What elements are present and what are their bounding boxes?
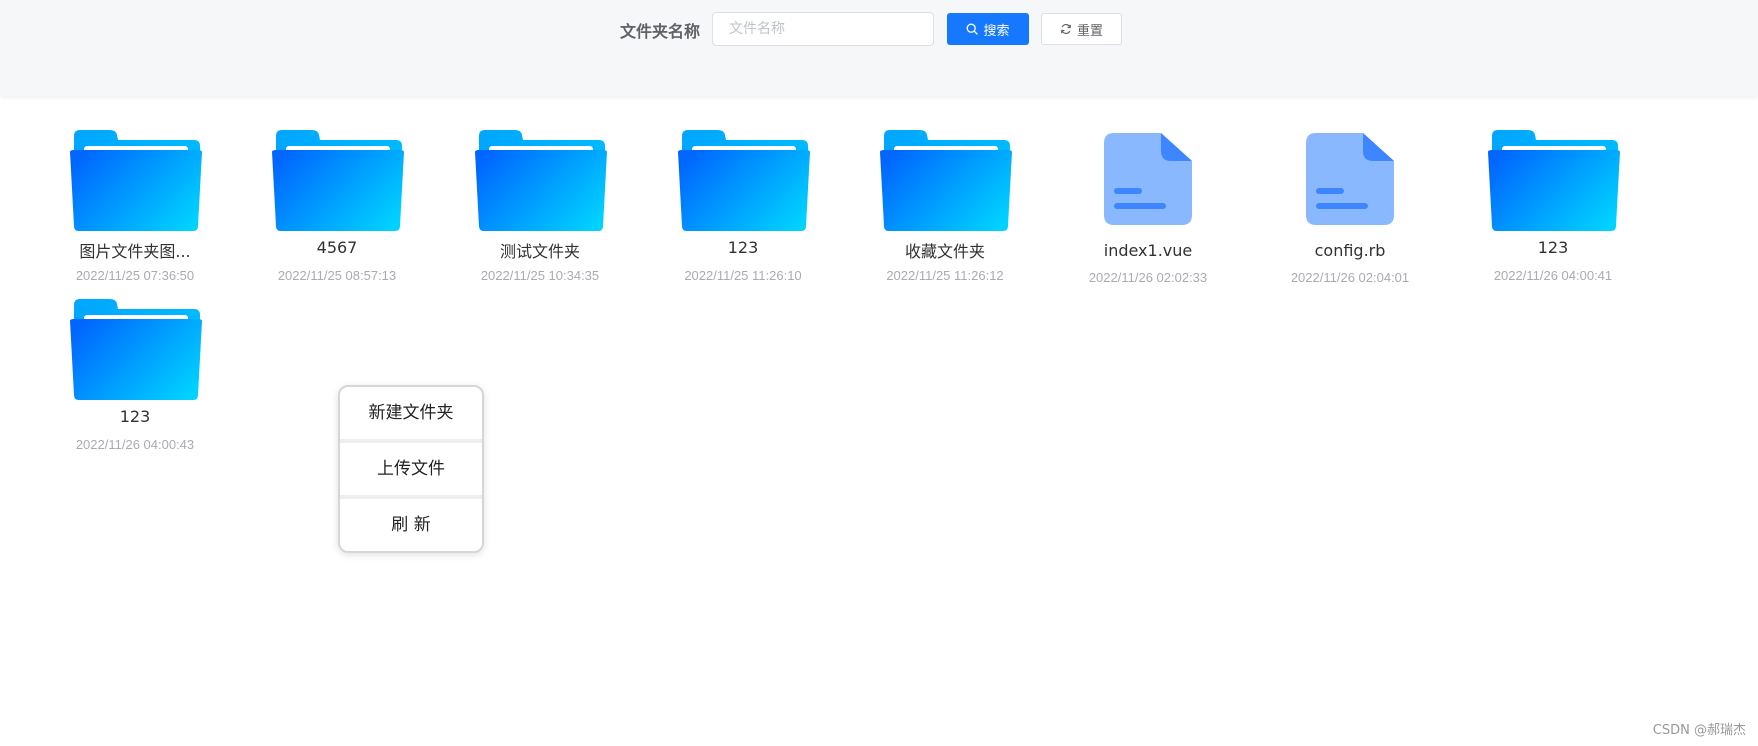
reset-button[interactable]: 重置: [1041, 13, 1122, 45]
item-date: 2022/11/25 11:26:12: [886, 268, 1004, 283]
item-name: 收藏文件夹: [904, 242, 985, 261]
folder-icon: [272, 130, 404, 231]
item-name: 123: [119, 407, 151, 426]
item-name: config.rb: [1314, 241, 1386, 260]
folder-icon: [1488, 130, 1620, 231]
item-date: 2022/11/26 02:04:01: [1290, 270, 1410, 285]
item-name: 图片文件夹图...: [79, 242, 191, 261]
item-date: 2022/11/26 04:00:41: [1493, 268, 1613, 283]
item-date: 2022/11/26 02:02:33: [1088, 270, 1208, 285]
folder-icon: [678, 130, 810, 231]
context-menu: 新建文件夹 上传文件 刷 新: [338, 385, 484, 553]
item-date: 2022/11/25 10:34:35: [480, 268, 600, 283]
folder-icon: [880, 130, 1012, 231]
menu-item-refresh[interactable]: 刷 新: [340, 499, 482, 551]
item-name: 测试文件夹: [499, 242, 580, 261]
item-name: 123: [727, 238, 759, 257]
menu-item-upload-file[interactable]: 上传文件: [340, 443, 482, 495]
item-date: 2022/11/25 07:36:50: [75, 268, 195, 283]
folder-icon: [70, 299, 202, 400]
watermark: CSDN @郝瑞杰: [1652, 723, 1746, 738]
item-date: 2022/11/25 11:26:10: [684, 268, 802, 283]
search-button[interactable]: 搜索: [947, 13, 1029, 45]
folder-icon: [475, 130, 607, 231]
item-name: 123: [1537, 238, 1569, 257]
menu-item-new-folder[interactable]: 新建文件夹: [340, 387, 482, 439]
search-label: 文件夹名称: [620, 24, 701, 41]
item-name: index1.vue: [1103, 241, 1193, 260]
file-icon: [1306, 133, 1394, 225]
refresh-icon: [1061, 23, 1071, 35]
file-icon: [1104, 133, 1192, 225]
item-date: 2022/11/26 04:00:43: [75, 437, 195, 452]
reset-button-label: 重置: [1076, 23, 1103, 39]
folder-icon: [70, 130, 202, 231]
search-input[interactable]: [712, 12, 934, 46]
item-name: 4567: [316, 238, 358, 257]
search-icon: [967, 23, 979, 35]
item-date: 2022/11/25 08:57:13: [277, 268, 397, 283]
search-bar: 文件夹名称 搜索 重置: [0, 0, 1758, 96]
search-button-label: 搜索: [983, 23, 1010, 39]
